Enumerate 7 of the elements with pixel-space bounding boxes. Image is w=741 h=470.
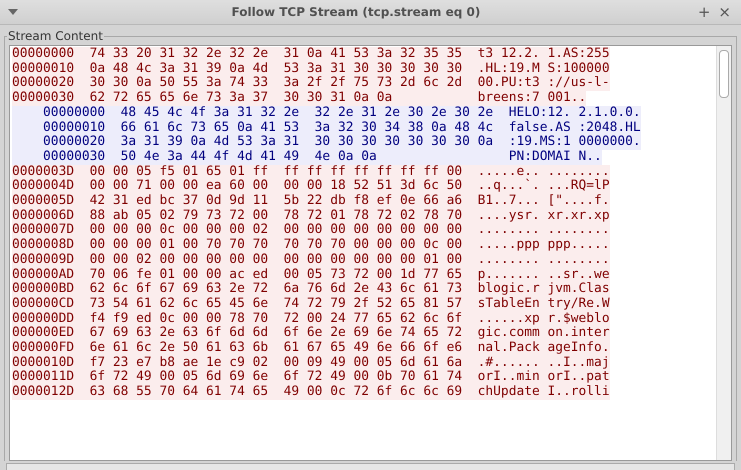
window-title: Follow TCP Stream (tcp.stream eq 0) <box>230 5 482 19</box>
pin-button[interactable]: + <box>694 3 714 21</box>
scroll-thumb[interactable] <box>719 50 729 98</box>
menu-caret-icon[interactable] <box>8 9 18 15</box>
group-label: Stream Content <box>7 29 104 43</box>
scrollbar[interactable] <box>716 46 731 460</box>
close-button[interactable]: × <box>714 3 735 21</box>
